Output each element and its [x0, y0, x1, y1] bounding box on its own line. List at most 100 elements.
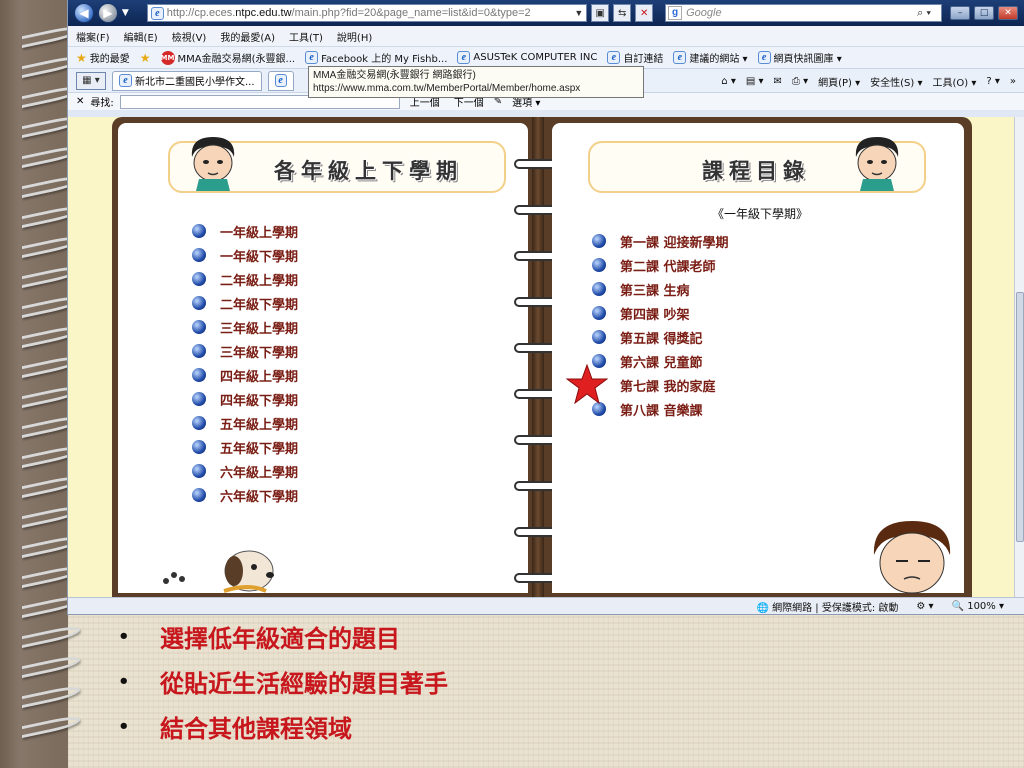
list-item[interactable]: 一年級上學期 — [192, 219, 298, 243]
title-bar: ◀ ▶ ▼ e http://cp.eces.ntpc.edu.tw/main.… — [68, 0, 1024, 26]
search-box[interactable]: g Google ⌕ ▾ — [665, 4, 943, 22]
bullet-icon — [192, 368, 206, 382]
list-item[interactable]: 六年級上學期 — [192, 459, 298, 483]
add-favorite-icon[interactable]: ★ — [140, 51, 151, 65]
list-item[interactable]: 五年級下學期 — [192, 435, 298, 459]
menu-file[interactable]: 檔案(F) — [76, 29, 110, 44]
new-tab-button[interactable]: e — [267, 70, 294, 91]
help-icon[interactable]: ? ▾ — [986, 76, 1000, 87]
compat-view-icon[interactable]: ▣ — [591, 4, 610, 22]
tools-menu[interactable]: 工具(O) ▾ — [932, 74, 976, 89]
feeds-icon[interactable]: ▤ ▾ — [746, 76, 764, 87]
menu-view[interactable]: 檢視(V) — [172, 29, 207, 44]
tooltip: MMA金融交易網(永豐銀行 網路銀行) https://www.mma.com.… — [308, 66, 644, 98]
lesson-item-highlighted[interactable]: 第七課 我的家庭 — [566, 364, 729, 404]
stop-icon[interactable]: ✕ — [635, 4, 654, 22]
zoom-control[interactable]: 🔍 100% ▾ — [952, 601, 1004, 612]
semester-subtitle: 《一年級下學期》 — [712, 207, 809, 221]
list-item[interactable]: 一年級下學期 — [192, 243, 298, 267]
menu-help[interactable]: 說明(H) — [337, 29, 372, 44]
protected-mode-icon[interactable]: ⚙ ▾ — [916, 601, 933, 612]
find-label: 尋找: — [90, 98, 114, 109]
bullet-icon — [192, 320, 206, 334]
history-dropdown-icon[interactable]: ▼ — [122, 8, 129, 18]
bullet-icon — [592, 306, 606, 320]
print-icon[interactable]: ⎙ ▾ — [792, 76, 808, 87]
vertical-scrollbar[interactable] — [1014, 117, 1024, 597]
google-icon: g — [668, 6, 683, 20]
notebook-frame: 各年級上下學期 一年級上學期 一年級下學期 二年級上學期 二年級下學期 三年級上… — [112, 117, 972, 597]
lesson-item[interactable]: 第一課 迎接新學期 — [592, 229, 729, 253]
lesson-item[interactable]: 第五課 得獎記 — [592, 325, 729, 349]
binding-ring — [22, 713, 80, 739]
ie-page-icon: e — [607, 51, 621, 64]
forward-button[interactable]: ▶ — [97, 3, 118, 23]
ie-page-icon: e — [457, 51, 471, 64]
chevron-right-icon[interactable]: » — [1010, 76, 1016, 87]
scroll-thumb[interactable] — [1016, 292, 1024, 542]
lesson-item[interactable]: 第六課 兒童節 — [592, 349, 729, 373]
bullet-icon — [592, 282, 606, 296]
slide-bullet: • 選擇低年級適合的題目 — [118, 624, 400, 653]
lesson-item[interactable]: 第八課 音樂課 — [592, 397, 729, 421]
tab-active[interactable]: e 新北市二重國民小學作文... — [112, 70, 262, 91]
list-item[interactable]: 四年級下學期 — [192, 387, 298, 411]
ie-page-icon: e — [757, 51, 771, 64]
web-content: 各年級上下學期 一年級上學期 一年級下學期 二年級上學期 二年級下學期 三年級上… — [68, 117, 1014, 597]
command-bar: ⌂ ▾ ▤ ▾ ✉ ⎙ ▾ 網頁(P) ▾ 安全性(S) ▾ 工具(O) ▾ ?… — [721, 69, 1016, 93]
search-icon[interactable]: ⌕ ▾ — [917, 7, 941, 20]
list-item[interactable]: 四年級上學期 — [192, 363, 298, 387]
fav-link-facebook[interactable]: e Facebook 上的 My Fishb... — [305, 50, 447, 65]
favorites-bar: ★ 我的最愛 ★ MMA MMA金融交易網(永豐銀... e Facebook … — [68, 46, 1024, 68]
list-item[interactable]: 二年級下學期 — [192, 291, 298, 315]
bullet-icon — [192, 224, 206, 238]
list-item[interactable]: 五年級上學期 — [192, 411, 298, 435]
close-find-icon[interactable]: ✕ — [76, 96, 84, 107]
bullet-icon — [592, 258, 606, 272]
favorites-button[interactable]: ★ 我的最愛 — [76, 50, 130, 66]
left-page: 各年級上下學期 一年級上學期 一年級下學期 二年級上學期 二年級下學期 三年級上… — [118, 123, 528, 593]
list-item[interactable]: 六年級下學期 — [192, 483, 298, 507]
bullet-icon — [192, 440, 206, 454]
browser-window: ◀ ▶ ▼ e http://cp.eces.ntpc.edu.tw/main.… — [68, 0, 1024, 614]
search-placeholder: Google — [686, 7, 722, 19]
page-menu[interactable]: 網頁(P) ▾ — [818, 74, 860, 89]
status-bar: 🌐 網際網路 | 受保護模式: 啟動 ⚙ ▾ 🔍 100% ▾ — [68, 597, 1024, 614]
list-item[interactable]: 三年級上學期 — [192, 315, 298, 339]
binding-ring — [22, 653, 80, 679]
right-page: 課程目錄 《一年級下學期》 第一課 迎接新學期 第二課 代課老師 第三課 生病 — [552, 123, 964, 594]
fav-link-suggested[interactable]: e 建議的網站 ▾ — [673, 50, 748, 65]
bullet-icon — [592, 402, 606, 416]
lesson-item[interactable]: 第二課 代課老師 — [592, 253, 729, 277]
list-item[interactable]: 三年級下學期 — [192, 339, 298, 363]
mma-logo-icon: MMA — [160, 50, 180, 65]
address-bar[interactable]: e http://cp.eces.ntpc.edu.tw/main.php?fi… — [146, 4, 588, 22]
notebook-spine — [532, 117, 544, 597]
quick-tabs-icon[interactable]: ▦ ▾ — [76, 71, 106, 90]
close-button[interactable]: ✕ — [998, 6, 1018, 20]
minimize-button[interactable]: – — [950, 6, 971, 20]
puppy-icon — [163, 550, 274, 593]
internet-zone[interactable]: 🌐 網際網路 | 受保護模式: 啟動 — [756, 599, 898, 614]
fav-link-asus[interactable]: e ASUSTeK COMPUTER INC — [457, 51, 597, 64]
mail-icon[interactable]: ✉ — [774, 76, 782, 87]
ie-page-icon: e — [673, 51, 687, 64]
maximize-button[interactable]: □ — [974, 6, 995, 20]
fav-link-mma[interactable]: MMA MMA金融交易網(永豐銀... — [160, 50, 295, 65]
back-button[interactable]: ◀ — [74, 3, 94, 23]
fav-link-webslices[interactable]: e 網頁快訊圖庫 ▾ — [757, 50, 842, 65]
menu-tools[interactable]: 工具(T) — [289, 29, 323, 44]
menu-edit[interactable]: 編輯(E) — [124, 29, 158, 44]
bullet-icon — [192, 296, 206, 310]
list-item[interactable]: 二年級上學期 — [192, 267, 298, 291]
boy-avatar-icon — [191, 137, 235, 191]
home-icon[interactable]: ⌂ ▾ — [721, 76, 736, 87]
bullet-icon — [592, 234, 606, 248]
menu-favorites[interactable]: 我的最愛(A) — [220, 29, 275, 44]
lesson-item[interactable]: 第三課 生病 — [592, 277, 729, 301]
safety-menu[interactable]: 安全性(S) ▾ — [870, 74, 922, 89]
fav-link-custom[interactable]: e 自訂連結 — [607, 50, 663, 65]
url-dropdown-icon[interactable]: ▼ — [574, 8, 586, 18]
lesson-item[interactable]: 第四課 吵架 — [592, 301, 729, 325]
refresh-icon[interactable]: ⇆ — [613, 4, 632, 22]
